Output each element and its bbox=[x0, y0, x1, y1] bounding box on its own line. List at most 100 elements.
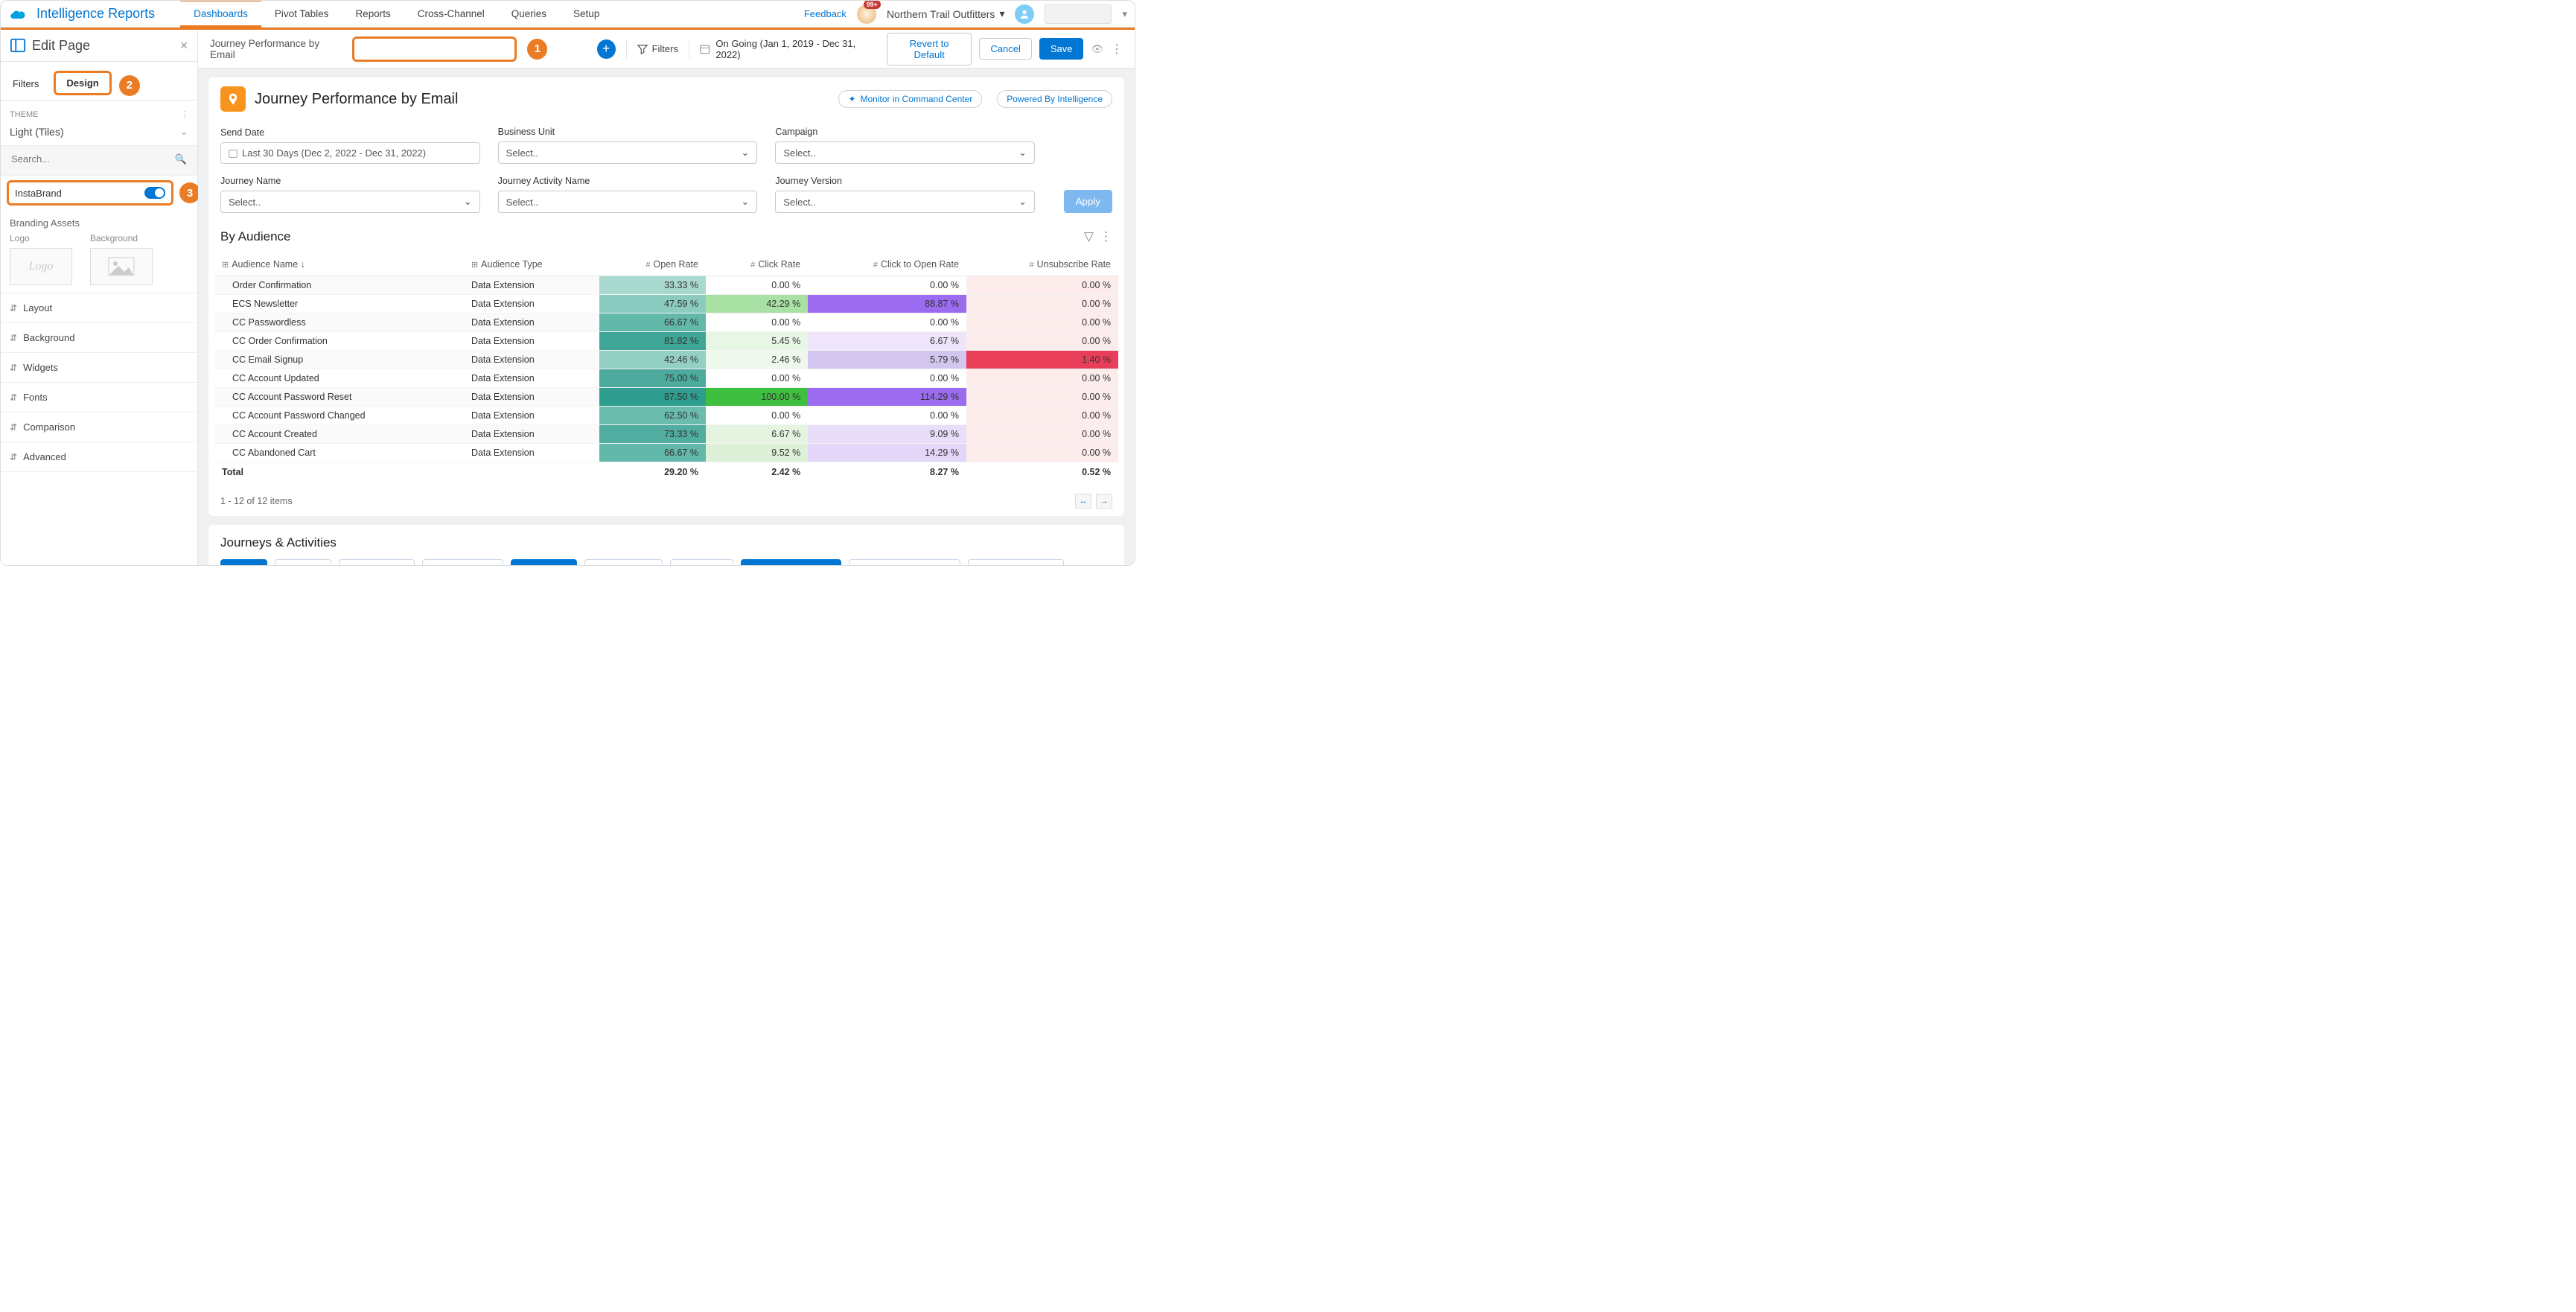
calendar-icon bbox=[229, 149, 237, 158]
table-row[interactable]: ECS NewsletterData Extension47.59 %42.29… bbox=[214, 295, 1118, 313]
feedback-link[interactable]: Feedback bbox=[804, 8, 847, 19]
edit-page-header: Edit Page ✕ bbox=[1, 30, 197, 62]
audience-table: ⊞Audience Name ↓⊞Audience Type#Open Rate… bbox=[208, 253, 1124, 486]
col-header[interactable]: #Click to Open Rate bbox=[808, 253, 966, 276]
theme-selector[interactable]: Light (Tiles)⌄ bbox=[1, 122, 197, 145]
avatar[interactable] bbox=[1015, 4, 1034, 24]
expand-button[interactable]: ↔ bbox=[1075, 494, 1091, 509]
nav-tab-queries[interactable]: Queries bbox=[498, 1, 560, 27]
expand-icon: ⇵ bbox=[10, 303, 17, 313]
chevron-down-icon: ⌄ bbox=[1018, 196, 1027, 208]
pill-click-rate[interactable]: Click Rate bbox=[670, 559, 733, 565]
nav-tab-setup[interactable]: Setup bbox=[560, 1, 613, 27]
side-item-comparison[interactable]: ⇵Comparison bbox=[1, 413, 197, 442]
topright-group: Feedback 99+ Northern Trail Outfitters▾ … bbox=[804, 4, 1127, 24]
instabrand-toggle[interactable] bbox=[144, 187, 165, 199]
subtab-design[interactable]: Design bbox=[54, 71, 111, 95]
monitor-button[interactable]: ✦Monitor in Command Center bbox=[838, 90, 982, 108]
filter-icon[interactable]: ▽ bbox=[1084, 229, 1094, 244]
send-date-select[interactable]: Last 30 Days (Dec 2, 2022 - Dec 31, 2022… bbox=[220, 142, 480, 164]
theme-section-label: THEME⋮ bbox=[1, 101, 197, 122]
instabrand-label: InstaBrand bbox=[15, 188, 62, 199]
col-header[interactable]: ⊞Audience Name ↓ bbox=[214, 253, 464, 276]
einstein-icon[interactable]: 99+ bbox=[857, 4, 876, 24]
logo-placeholder[interactable]: Logo bbox=[10, 248, 72, 285]
activity-select[interactable]: Select..⌄ bbox=[498, 191, 758, 213]
date-range[interactable]: On Going (Jan 1, 2019 - Dec 31, 2022) bbox=[700, 38, 876, 60]
pill-unique-unsubscribes[interactable]: Unique Unsubscribes bbox=[849, 559, 960, 565]
notification-badge: 99+ bbox=[864, 0, 881, 9]
table-row[interactable]: Order ConfirmationData Extension33.33 %0… bbox=[214, 276, 1118, 295]
pill-unsubscribe-rate[interactable]: Unsubscribe Rate bbox=[968, 559, 1064, 565]
org-name: Northern Trail Outfitters bbox=[887, 8, 995, 20]
layout-icon bbox=[10, 37, 26, 54]
bu-label: Business Unit bbox=[498, 127, 758, 137]
side-item-background[interactable]: ⇵Background bbox=[1, 323, 197, 353]
col-header[interactable]: #Unsubscribe Rate bbox=[966, 253, 1118, 276]
side-item-advanced[interactable]: ⇵Advanced bbox=[1, 442, 197, 472]
expand-icon: ⇵ bbox=[10, 363, 17, 373]
next-page-button[interactable]: → bbox=[1096, 494, 1112, 509]
kebab-icon[interactable]: ⋮ bbox=[1100, 229, 1112, 244]
background-placeholder[interactable] bbox=[90, 248, 153, 285]
pill-bounce-rate[interactable]: Bounce Rate bbox=[339, 559, 414, 565]
campaign-select[interactable]: Select..⌄ bbox=[775, 141, 1035, 164]
table-row[interactable]: CC Order ConfirmationData Extension81.82… bbox=[214, 332, 1118, 351]
table-row[interactable]: CC Email SignupData Extension42.46 %2.46… bbox=[214, 351, 1118, 369]
col-header[interactable]: #Open Rate bbox=[599, 253, 706, 276]
journeys-activities-card: Journeys & Activities SendsBouncesBounce… bbox=[208, 525, 1124, 565]
table-row[interactable]: CC Account CreatedData Extension73.33 %6… bbox=[214, 425, 1118, 444]
branding-assets-label: Branding Assets bbox=[10, 217, 188, 229]
col-header[interactable]: #Click Rate bbox=[706, 253, 808, 276]
pill-open-rate[interactable]: Open Rate bbox=[511, 559, 577, 565]
cancel-button[interactable]: Cancel bbox=[979, 38, 1031, 60]
pill-click-to-open-rate[interactable]: Click to Open Rate bbox=[741, 559, 841, 565]
side-item-widgets[interactable]: ⇵Widgets bbox=[1, 353, 197, 383]
toolbar-input-highlight[interactable] bbox=[352, 36, 517, 62]
chevron-down-icon: ⌄ bbox=[1018, 147, 1027, 159]
table-row[interactable]: CC Account Password ChangedData Extensio… bbox=[214, 407, 1118, 425]
header-card: Journey Performance by Email ✦Monitor in… bbox=[208, 77, 1124, 516]
instabrand-row[interactable]: InstaBrand bbox=[7, 180, 173, 206]
side-item-layout[interactable]: ⇵Layout bbox=[1, 293, 197, 323]
kebab-icon[interactable]: ⋮ bbox=[1111, 42, 1123, 57]
nav-tab-pivot-tables[interactable]: Pivot Tables bbox=[261, 1, 342, 27]
org-switcher[interactable]: Northern Trail Outfitters▾ bbox=[887, 7, 1005, 20]
filters-button[interactable]: Filters bbox=[637, 43, 678, 54]
kebab-icon[interactable]: ⋮ bbox=[181, 109, 188, 119]
edit-sidebar: Edit Page ✕ Filters Design 2 THEME⋮ Ligh… bbox=[1, 30, 198, 565]
pill-unique-clicks[interactable]: Unique Clicks bbox=[584, 559, 663, 565]
callout-1: 1 bbox=[527, 39, 547, 60]
preview-icon[interactable]: 👁 bbox=[1091, 43, 1103, 55]
logo-label: Logo bbox=[10, 233, 77, 243]
version-select[interactable]: Select..⌄ bbox=[775, 191, 1035, 213]
version-label: Journey Version bbox=[775, 176, 1035, 186]
nav-tab-cross-channel[interactable]: Cross-Channel bbox=[404, 1, 498, 27]
add-button[interactable]: + bbox=[597, 39, 616, 59]
bu-select[interactable]: Select..⌄ bbox=[498, 141, 758, 164]
journey-name-select[interactable]: Select..⌄ bbox=[220, 191, 480, 213]
col-header[interactable]: ⊞Audience Type bbox=[464, 253, 599, 276]
search-input[interactable] bbox=[8, 149, 190, 169]
subtab-filters[interactable]: Filters bbox=[10, 74, 46, 97]
table-row[interactable]: CC Account Password ResetData Extension8… bbox=[214, 388, 1118, 407]
pill-sends[interactable]: Sends bbox=[220, 559, 267, 565]
pill-bounces[interactable]: Bounces bbox=[275, 559, 332, 565]
save-button[interactable]: Save bbox=[1039, 38, 1084, 60]
table-row[interactable]: CC Account UpdatedData Extension75.00 %0… bbox=[214, 369, 1118, 388]
nav-tab-reports[interactable]: Reports bbox=[342, 1, 404, 27]
page-title: Journey Performance by Email bbox=[255, 91, 458, 108]
toolbar-title: Journey Performance by Email bbox=[210, 38, 342, 60]
side-item-fonts[interactable]: ⇵Fonts bbox=[1, 383, 197, 413]
revert-button[interactable]: Revert to Default bbox=[887, 33, 972, 66]
powered-by-chip[interactable]: Powered By Intelligence bbox=[997, 90, 1112, 108]
table-row[interactable]: CC PasswordlessData Extension66.67 %0.00… bbox=[214, 313, 1118, 332]
pill-unique-opens[interactable]: Unique Opens bbox=[422, 559, 503, 565]
nav-tab-dashboards[interactable]: Dashboards bbox=[180, 1, 261, 27]
apply-button[interactable]: Apply bbox=[1064, 190, 1112, 213]
pager-text: 1 - 12 of 12 items bbox=[220, 496, 293, 506]
table-row[interactable]: CC Abandoned CartData Extension66.67 %9.… bbox=[214, 444, 1118, 462]
user-dropdown[interactable] bbox=[1045, 4, 1112, 24]
close-icon[interactable]: ✕ bbox=[179, 39, 188, 52]
sidebar-subtabs: Filters Design 2 bbox=[1, 62, 197, 101]
